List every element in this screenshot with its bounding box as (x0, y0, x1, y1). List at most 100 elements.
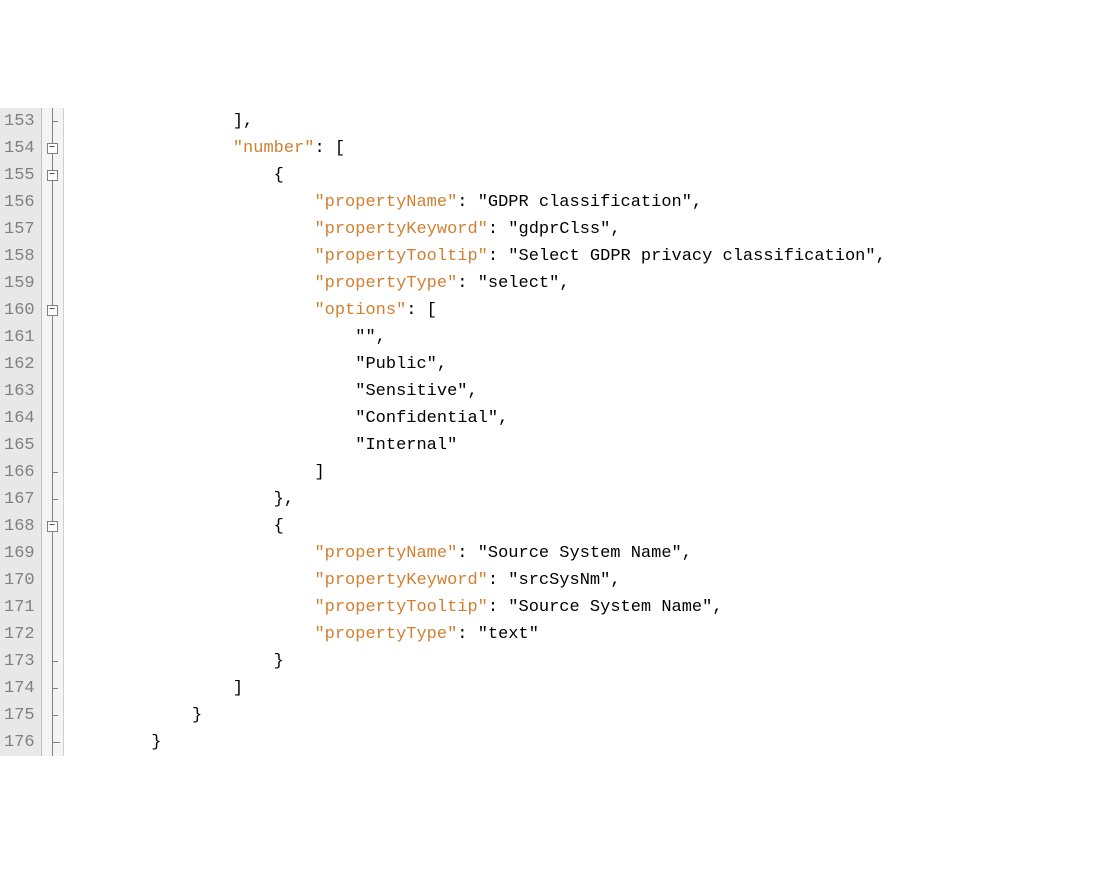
fold-column: − − − − (42, 108, 64, 756)
code-line[interactable]: "propertyKeyword": "srcSysNm", (70, 567, 886, 594)
token-punct: : (488, 247, 508, 266)
token-punct: : (457, 625, 477, 644)
token-key: "propertyKeyword" (314, 220, 487, 239)
line-number: 175 (4, 702, 35, 729)
token-punct: , (876, 247, 886, 266)
code-line[interactable]: "Confidential", (70, 405, 886, 432)
line-number: 169 (4, 540, 35, 567)
line-number: 170 (4, 567, 35, 594)
code-line[interactable]: "", (70, 324, 886, 351)
token-punct: { (274, 166, 284, 185)
line-number: 154 (4, 135, 35, 162)
code-line[interactable]: "propertyTooltip": "Source System Name", (70, 594, 886, 621)
code-line[interactable]: "Internal" (70, 432, 886, 459)
token-string: "Select GDPR privacy classification" (508, 247, 875, 266)
code-line[interactable]: "options": [ (70, 297, 886, 324)
token-key: "options" (314, 301, 406, 320)
fold-toggle-icon[interactable]: − (47, 305, 58, 316)
line-number: 155 (4, 162, 35, 189)
token-punct: , (376, 328, 386, 347)
token-punct: , (437, 355, 447, 374)
line-number: 165 (4, 432, 35, 459)
code-line[interactable]: "number": [ (70, 135, 886, 162)
token-punct: , (610, 571, 620, 590)
line-number: 159 (4, 270, 35, 297)
line-number: 161 (4, 324, 35, 351)
fold-tick-icon (52, 661, 58, 662)
line-number: 162 (4, 351, 35, 378)
fold-toggle-icon[interactable]: − (47, 170, 58, 181)
token-punct: : [ (314, 139, 345, 158)
code-line[interactable]: { (70, 513, 886, 540)
token-punct: ], (233, 112, 253, 131)
token-string: "Source System Name" (508, 598, 712, 617)
token-key: "propertyTooltip" (314, 598, 487, 617)
token-key: "propertyTooltip" (314, 247, 487, 266)
token-string: "" (355, 328, 375, 347)
code-line[interactable]: "Public", (70, 351, 886, 378)
code-line[interactable]: "propertyType": "text" (70, 621, 886, 648)
token-punct: , (498, 409, 508, 428)
line-number: 157 (4, 216, 35, 243)
token-punct: : (488, 571, 508, 590)
token-punct: : (457, 544, 477, 563)
fold-tick-icon (52, 121, 58, 122)
token-key: "number" (233, 139, 315, 158)
token-punct: } (192, 706, 202, 725)
line-number-gutter: 1531541551561571581591601611621631641651… (0, 108, 42, 756)
fold-tick-icon (52, 472, 58, 473)
line-number: 168 (4, 513, 35, 540)
code-editor: 1531541551561571581591601611621631641651… (0, 108, 1101, 756)
code-line[interactable]: "propertyName": "GDPR classification", (70, 189, 886, 216)
token-string: "srcSysNm" (508, 571, 610, 590)
token-string: "text" (478, 625, 539, 644)
fold-toggle-icon[interactable]: − (47, 143, 58, 154)
code-line[interactable]: } (70, 648, 886, 675)
fold-tick-icon (52, 688, 58, 689)
token-string: "Confidential" (355, 409, 498, 428)
token-key: "propertyName" (314, 193, 457, 212)
token-punct: } (151, 733, 161, 752)
token-punct: { (274, 517, 284, 536)
token-punct: : (457, 274, 477, 293)
token-punct: , (467, 382, 477, 401)
token-punct: ] (233, 679, 243, 698)
code-line[interactable]: "propertyTooltip": "Select GDPR privacy … (70, 243, 886, 270)
token-punct: } (274, 652, 284, 671)
token-string: "Source System Name" (478, 544, 682, 563)
token-string: "select" (478, 274, 560, 293)
code-line[interactable]: "propertyType": "select", (70, 270, 886, 297)
code-line[interactable]: ] (70, 675, 886, 702)
code-content[interactable]: ], "number": [ { "propertyName": "GDPR c… (64, 108, 886, 756)
token-punct: : [ (406, 301, 437, 320)
code-line[interactable]: "propertyName": "Source System Name", (70, 540, 886, 567)
line-number: 171 (4, 594, 35, 621)
code-line[interactable]: } (70, 702, 886, 729)
token-punct: , (692, 193, 702, 212)
token-key: "propertyType" (314, 625, 457, 644)
fold-tick-icon (52, 499, 58, 500)
code-line[interactable]: } (70, 729, 886, 756)
code-line[interactable]: "propertyKeyword": "gdprClss", (70, 216, 886, 243)
code-line[interactable]: ] (70, 459, 886, 486)
token-key: "propertyType" (314, 274, 457, 293)
token-punct: }, (274, 490, 294, 509)
token-key: "propertyName" (314, 544, 457, 563)
fold-end-icon (52, 742, 60, 743)
code-line[interactable]: { (70, 162, 886, 189)
fold-toggle-icon[interactable]: − (47, 521, 58, 532)
token-string: "GDPR classification" (478, 193, 692, 212)
line-number: 164 (4, 405, 35, 432)
code-line[interactable]: }, (70, 486, 886, 513)
line-number: 160 (4, 297, 35, 324)
token-punct: : (488, 598, 508, 617)
token-punct: : (457, 193, 477, 212)
code-line[interactable]: "Sensitive", (70, 378, 886, 405)
token-key: "propertyKeyword" (314, 571, 487, 590)
line-number: 156 (4, 189, 35, 216)
code-line[interactable]: ], (70, 108, 886, 135)
line-number: 153 (4, 108, 35, 135)
token-punct: , (682, 544, 692, 563)
token-punct: , (559, 274, 569, 293)
token-punct: ] (314, 463, 324, 482)
